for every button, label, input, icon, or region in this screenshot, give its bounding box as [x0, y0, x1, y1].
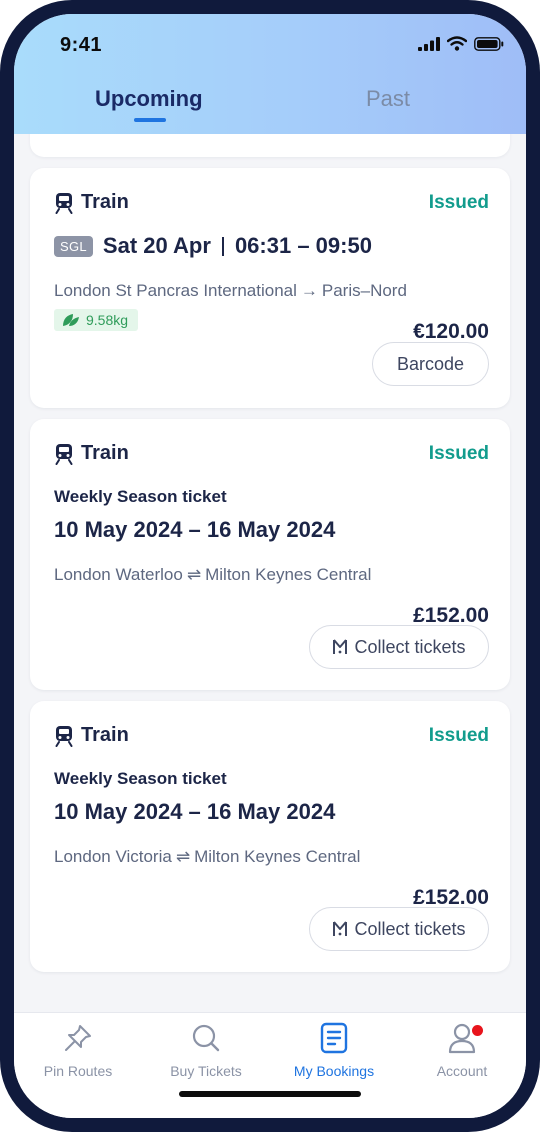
- status-badge: Issued: [428, 192, 489, 213]
- barcode-button-label: Barcode: [396, 353, 465, 374]
- nav-account[interactable]: Account: [398, 1021, 526, 1079]
- nav-pin-routes[interactable]: Pin Routes: [14, 1021, 142, 1079]
- mode-label: Train: [81, 442, 129, 464]
- destination-station: Milton Keynes Central: [205, 565, 372, 584]
- status-badge: Issued: [428, 443, 489, 464]
- fare-type-badge: SGL: [54, 235, 93, 257]
- arrow-right-icon: →: [300, 281, 318, 300]
- home-indicator: [179, 1091, 361, 1097]
- co2-badge: 9.58kg: [54, 309, 139, 331]
- transport-mode: Train: [54, 191, 129, 214]
- transport-mode: Train: [54, 442, 129, 465]
- collect-tickets-label: Collect tickets: [354, 918, 466, 939]
- status-time: 9:41: [60, 34, 103, 56]
- screen: 9:41 Upcoming Past Train Issued SGL Sat …: [14, 14, 526, 1118]
- booking-card[interactable]: Train Issued Weekly Season ticket 10 May…: [30, 701, 510, 972]
- destination-station: Milton Keynes Central: [194, 847, 361, 866]
- header: 9:41 Upcoming Past: [14, 14, 526, 134]
- tab-upcoming[interactable]: Upcoming: [95, 86, 203, 112]
- active-tab-indicator: [134, 118, 166, 122]
- origin-station: London Waterloo: [54, 565, 183, 584]
- route: London Waterloo ⇌ Milton Keynes Central: [54, 565, 371, 585]
- train-icon: [55, 443, 73, 465]
- mode-label: Train: [81, 191, 129, 213]
- collect-tickets-label: Collect tickets: [354, 636, 466, 657]
- phone-frame: 9:41 Upcoming Past Train Issued SGL Sat …: [0, 0, 540, 1132]
- origin-station: London St Pancras International: [54, 281, 297, 300]
- divider: [221, 236, 224, 256]
- return-arrows-icon: ⇌: [175, 847, 191, 866]
- journey-date: Sat 20 Apr: [102, 233, 211, 258]
- search-icon: [192, 1024, 220, 1052]
- co2-value: 9.58kg: [86, 312, 129, 328]
- booking-card[interactable]: Train Issued SGL Sat 20 Apr 06:31 – 09:5…: [30, 168, 510, 408]
- document-icon: [320, 1022, 348, 1054]
- nav-label: Pin Routes: [43, 1063, 113, 1079]
- tab-past[interactable]: Past: [366, 86, 410, 112]
- ticket-machine-icon: [333, 921, 348, 936]
- destination-station: Paris–Nord: [321, 281, 407, 300]
- cellular-signal-icon: [418, 36, 440, 51]
- status-icons: [418, 36, 504, 51]
- journey-times: 06:31 – 09:50: [234, 233, 372, 258]
- validity-dates: 10 May 2024 – 16 May 2024: [54, 799, 336, 824]
- wifi-icon: [447, 36, 467, 51]
- collect-tickets-button[interactable]: Collect tickets: [309, 625, 489, 669]
- status-badge: Issued: [428, 725, 489, 746]
- ticket-type: Weekly Season ticket: [54, 487, 227, 506]
- collect-tickets-button[interactable]: Collect tickets: [309, 907, 489, 951]
- leaf-icon: [63, 314, 79, 326]
- transport-mode: Train: [54, 724, 129, 747]
- nav-my-bookings[interactable]: My Bookings: [270, 1021, 398, 1079]
- nav-label: My Bookings: [293, 1063, 375, 1079]
- ticket-machine-icon: [333, 639, 348, 654]
- nav-label: Account: [436, 1063, 488, 1079]
- route: London St Pancras International → Paris–No…: [54, 281, 407, 301]
- train-icon: [55, 192, 73, 214]
- barcode-button[interactable]: Barcode: [372, 342, 489, 386]
- bottom-navigation: Pin Routes Buy Tickets My Bookings Accou…: [14, 1012, 526, 1118]
- price: €120.00: [413, 320, 489, 343]
- train-icon: [55, 725, 73, 747]
- pin-icon: [65, 1025, 91, 1051]
- mode-label: Train: [81, 724, 129, 746]
- nav-label: Buy Tickets: [170, 1063, 242, 1079]
- route: London Victoria ⇌ Milton Keynes Central: [54, 847, 360, 867]
- journey-datetime: SGL Sat 20 Apr 06:31 – 09:50: [54, 233, 372, 259]
- nav-buy-tickets[interactable]: Buy Tickets: [142, 1021, 270, 1079]
- notification-dot: [472, 1025, 483, 1036]
- validity-dates: 10 May 2024 – 16 May 2024: [54, 517, 336, 542]
- return-arrows-icon: ⇌: [186, 565, 202, 584]
- origin-station: London Victoria: [54, 847, 172, 866]
- ticket-type: Weekly Season ticket: [54, 769, 227, 788]
- booking-card[interactable]: Train Issued Weekly Season ticket 10 May…: [30, 419, 510, 690]
- battery-icon: [474, 36, 504, 51]
